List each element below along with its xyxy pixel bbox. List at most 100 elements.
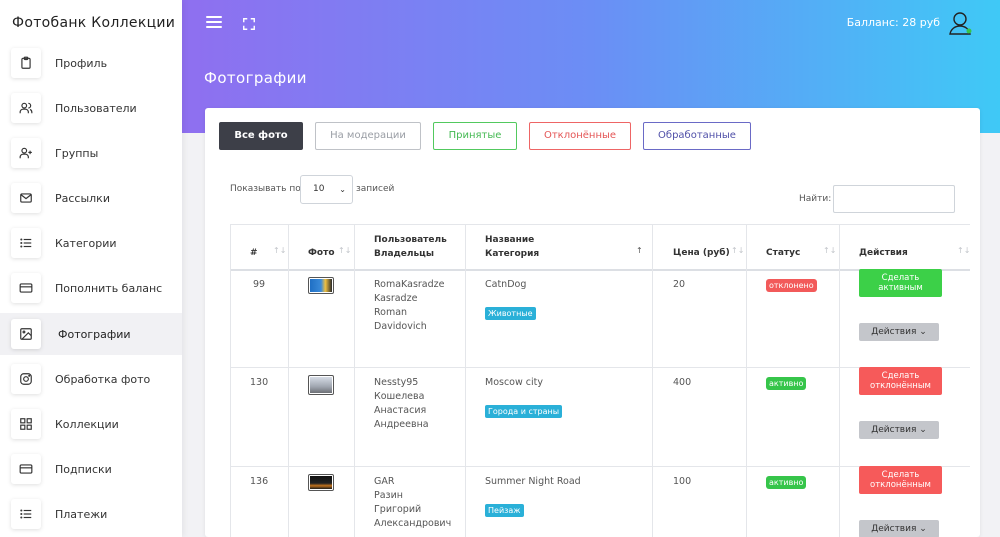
photo-title: Moscow city xyxy=(485,377,543,388)
photos-card: Все фото На модерации Принятые Отклонённ… xyxy=(205,108,980,537)
actions-dropdown[interactable]: Действия ⌄ xyxy=(859,323,939,341)
per-page-select[interactable]: 10 ⌄ xyxy=(300,175,353,204)
sidebar: Фотобанк Коллекции Профиль Пользователи … xyxy=(0,0,182,537)
owner-cell: RomaKasradze Kasradze Roman Davidovich xyxy=(374,278,445,334)
sidebar-item-mailings[interactable]: Рассылки xyxy=(0,177,182,219)
page-title: Фотографии xyxy=(204,69,307,87)
photos-table: # ↑↓ Фото ↑↓ Пользователь Владельцы Назв… xyxy=(230,224,970,537)
search-input[interactable] xyxy=(833,185,955,213)
owner-lastname: Разин xyxy=(374,490,403,501)
row-id: 136 xyxy=(250,476,269,487)
sidebar-item-label: Профиль xyxy=(55,56,108,70)
column-header-photo[interactable]: Фото xyxy=(308,246,335,260)
photo-thumbnail[interactable] xyxy=(308,474,334,491)
column-header-actions[interactable]: Действия xyxy=(859,246,908,260)
sidebar-item-label: Пользователи xyxy=(55,101,137,115)
sidebar-item-top-up-balance[interactable]: Пополнить баланс xyxy=(0,267,182,309)
column-header-status[interactable]: Статус xyxy=(766,246,800,260)
list-icon xyxy=(11,499,41,529)
sidebar-item-profile[interactable]: Профиль xyxy=(0,42,182,84)
records-label: записей xyxy=(356,184,395,194)
owner-patronymic: Davidovich xyxy=(374,321,427,332)
fullscreen-icon[interactable] xyxy=(242,16,256,30)
search-label: Найти: xyxy=(799,194,832,204)
filter-processed-button[interactable]: Обработанные xyxy=(643,122,751,150)
sidebar-item-photos[interactable]: Фотографии xyxy=(0,313,182,355)
photo-title: Summer Night Road xyxy=(485,476,581,487)
row-id: 99 xyxy=(253,279,266,290)
filter-rejected-button[interactable]: Отклонённые xyxy=(529,122,631,150)
sidebar-item-groups[interactable]: Группы xyxy=(0,132,182,174)
owner-firstname: Григорий xyxy=(374,504,422,515)
chevron-down-icon: ⌄ xyxy=(916,327,927,337)
column-header-id[interactable]: # xyxy=(250,246,258,260)
sidebar-item-label: Фотографии xyxy=(58,327,131,341)
owner-header-line2: Владельцы xyxy=(374,249,434,259)
category-tag: Пейзаж xyxy=(485,504,524,517)
sidebar-item-label: Обработка фото xyxy=(55,372,151,386)
category-tag: Города и страны xyxy=(485,405,563,418)
sidebar-item-label: Подписки xyxy=(55,462,112,476)
credit-card-icon xyxy=(11,454,41,484)
photo-thumbnail[interactable] xyxy=(308,375,334,395)
status-badge: отклонено xyxy=(766,279,817,292)
photo-title: CatnDog xyxy=(485,279,527,290)
actions-dropdown[interactable]: Действия ⌄ xyxy=(859,520,939,537)
image-icon xyxy=(11,319,41,349)
price-cell: 400 xyxy=(673,377,692,388)
sidebar-item-users[interactable]: Пользователи xyxy=(0,87,182,129)
sidebar-item-label: Категории xyxy=(55,236,117,250)
owner-username: GAR xyxy=(374,476,395,487)
sidebar-item-label: Рассылки xyxy=(55,191,110,205)
owner-header-line1: Пользователь xyxy=(374,235,447,245)
actions-dropdown-label: Действия xyxy=(871,327,917,337)
filter-moderation-button[interactable]: На модерации xyxy=(315,122,421,150)
clipboard-icon xyxy=(11,48,41,78)
sort-icon: ↑↓ xyxy=(338,246,352,255)
sidebar-item-collections[interactable]: Коллекции xyxy=(0,403,182,445)
balance-text: Балланс: 28 руб xyxy=(846,16,940,29)
sort-icon: ↑↓ xyxy=(731,246,745,255)
filter-all-button[interactable]: Все фото xyxy=(219,122,303,150)
sort-icon: ↑↓ xyxy=(957,246,971,255)
status-badge: активно xyxy=(766,476,807,489)
owner-patronymic: Александрович xyxy=(374,518,452,529)
make-rejected-button[interactable]: Сделать отклонённым xyxy=(859,367,942,395)
photo-thumbnail[interactable] xyxy=(308,277,334,294)
sort-icon: ↑↓ xyxy=(273,246,287,255)
owner-username: RomaKasradze xyxy=(374,279,445,290)
owner-patronymic: Андреевна xyxy=(374,419,429,430)
owner-lastname: Кошелева xyxy=(374,391,425,402)
brand-title: Фотобанк Коллекции xyxy=(12,15,176,31)
price-cell: 100 xyxy=(673,476,692,487)
status-badge: активно xyxy=(766,377,807,390)
mail-icon xyxy=(11,183,41,213)
column-header-owner[interactable]: Пользователь Владельцы xyxy=(374,233,447,261)
row-id: 130 xyxy=(250,377,269,388)
users-icon xyxy=(11,93,41,123)
owner-username: Nessty95 xyxy=(374,377,419,388)
instagram-icon xyxy=(11,364,41,394)
sidebar-item-label: Платежи xyxy=(55,507,108,521)
sort-icon: ↑↓ xyxy=(823,246,837,255)
hamburger-menu-icon[interactable] xyxy=(206,16,222,30)
filter-accepted-button[interactable]: Принятые xyxy=(433,122,517,150)
user-avatar-icon[interactable] xyxy=(948,10,974,36)
actions-dropdown[interactable]: Действия ⌄ xyxy=(859,421,939,439)
sidebar-item-subscriptions[interactable]: Подписки xyxy=(0,448,182,490)
category-tag: Животные xyxy=(485,307,536,320)
sidebar-item-label: Коллекции xyxy=(55,417,119,431)
sidebar-item-payments[interactable]: Платежи xyxy=(0,493,182,535)
chevron-down-icon: ⌄ xyxy=(916,524,927,534)
sidebar-item-photo-processing[interactable]: Обработка фото xyxy=(0,358,182,400)
chevron-down-icon: ⌄ xyxy=(916,425,927,435)
name-header-line1: Название xyxy=(485,235,535,245)
make-rejected-button[interactable]: Сделать отклонённым xyxy=(859,466,942,494)
column-header-price[interactable]: Цена (руб) xyxy=(673,246,730,260)
owner-lastname: Kasradze xyxy=(374,293,418,304)
column-header-name[interactable]: Название Категория xyxy=(485,233,539,261)
sidebar-item-categories[interactable]: Категории xyxy=(0,222,182,264)
sidebar-item-label: Группы xyxy=(55,146,99,160)
owner-firstname: Анастасия xyxy=(374,405,427,416)
make-active-button[interactable]: Сделать активным xyxy=(859,269,942,297)
